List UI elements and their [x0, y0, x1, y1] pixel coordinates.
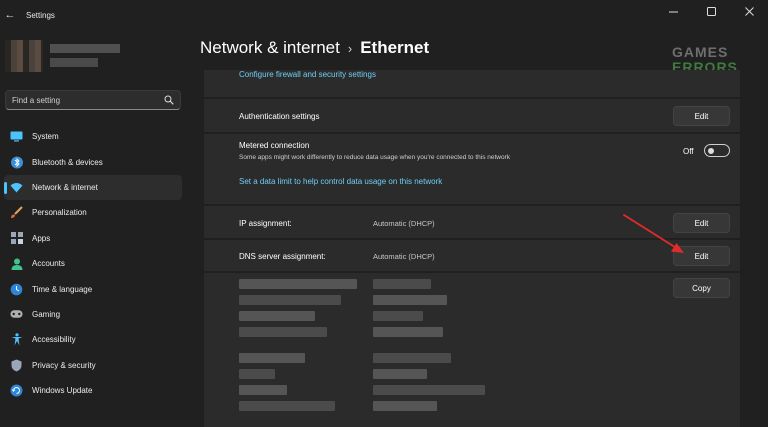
- sidebar-item-label: Apps: [32, 233, 51, 243]
- sidebar-nav: System Bluetooth & devices Network & int…: [4, 124, 182, 403]
- dns-server-assignment-label: DNS server assignment:: [239, 252, 326, 261]
- breadcrumb-separator-icon: ›: [347, 41, 353, 56]
- update-icon: [10, 384, 23, 397]
- metered-toggle-state: Off: [683, 147, 694, 156]
- redacted-property-label: [239, 369, 275, 379]
- ip-assignment-label: IP assignment:: [239, 219, 292, 228]
- sidebar-item-privacy-security[interactable]: Privacy & security: [4, 353, 182, 378]
- redacted-property-label: [239, 311, 315, 321]
- metered-connection-description: Some apps might work differently to redu…: [239, 154, 511, 161]
- redacted-property-value: [373, 327, 443, 337]
- redacted-property-label: [239, 401, 335, 411]
- user-name-redacted: [50, 44, 120, 53]
- selection-indicator: [4, 181, 7, 194]
- sidebar-item-label: Personalization: [32, 208, 87, 218]
- title-bar: ← Settings: [0, 0, 768, 30]
- user-email-redacted: [50, 58, 98, 67]
- authentication-edit-button[interactable]: Edit: [673, 106, 730, 126]
- sidebar-item-network-internet[interactable]: Network & internet: [4, 174, 182, 201]
- accounts-icon: [10, 257, 23, 270]
- minimize-icon[interactable]: [654, 0, 692, 22]
- sidebar-item-gaming[interactable]: Gaming: [4, 302, 182, 327]
- redacted-property-label: [239, 353, 305, 363]
- watermark-line1: GAMES: [672, 44, 729, 60]
- redacted-property-value: [373, 401, 437, 411]
- maximize-icon[interactable]: [692, 0, 730, 22]
- sidebar-item-windows-update[interactable]: Windows Update: [4, 378, 182, 403]
- globe-clock-icon: [10, 283, 23, 296]
- sidebar-item-accessibility[interactable]: Accessibility: [4, 327, 182, 352]
- data-limit-link[interactable]: Set a data limit to help control data us…: [239, 177, 442, 186]
- metered-connection-toggle[interactable]: [704, 144, 730, 157]
- apps-icon: [10, 232, 23, 245]
- divider: [204, 271, 740, 273]
- ip-assignment-value: Automatic (DHCP): [373, 219, 435, 228]
- divider: [204, 97, 740, 99]
- copy-button[interactable]: Copy: [673, 278, 730, 298]
- sidebar-item-label: Network & internet: [32, 182, 98, 192]
- redacted-property-value: [373, 385, 485, 395]
- search-input[interactable]: [12, 94, 162, 107]
- search-box[interactable]: [5, 90, 181, 110]
- page-title: Ethernet: [360, 38, 430, 57]
- sidebar-item-label: Gaming: [32, 309, 61, 319]
- sidebar-item-personalization[interactable]: Personalization: [4, 200, 182, 225]
- redacted-property-value: [373, 353, 451, 363]
- search-icon[interactable]: [164, 95, 174, 105]
- sidebar-item-bluetooth-devices[interactable]: Bluetooth & devices: [4, 149, 182, 174]
- toggle-knob: [708, 147, 714, 154]
- redacted-property-value: [373, 369, 427, 379]
- gamepad-icon: [10, 308, 23, 321]
- close-icon[interactable]: [730, 0, 768, 22]
- metered-connection-label: Metered connection: [239, 141, 310, 150]
- sidebar-item-apps[interactable]: Apps: [4, 226, 182, 251]
- dns-server-assignment-value: Automatic (DHCP): [373, 252, 435, 261]
- redacted-property-label: [239, 385, 287, 395]
- avatar[interactable]: [5, 40, 43, 72]
- window-controls: [654, 0, 768, 22]
- divider: [204, 204, 740, 206]
- sidebar-item-time-language[interactable]: Time & language: [4, 276, 182, 301]
- redacted-property-label: [239, 327, 327, 337]
- sidebar-item-label: Privacy & security: [32, 360, 96, 370]
- back-arrow-icon[interactable]: ←: [3, 8, 17, 22]
- redacted-property-value: [373, 279, 431, 289]
- system-icon: [10, 130, 23, 143]
- sidebar-item-label: Bluetooth & devices: [32, 157, 103, 167]
- sidebar-item-label: Windows Update: [32, 386, 93, 396]
- breadcrumb-parent[interactable]: Network & internet: [200, 38, 340, 57]
- sidebar-item-system[interactable]: System: [4, 124, 182, 149]
- sidebar-item-label: System: [32, 132, 59, 142]
- shield-icon: [10, 359, 23, 372]
- redacted-property-value: [373, 311, 423, 321]
- bluetooth-icon: [10, 156, 23, 169]
- authentication-settings-label: Authentication settings: [239, 112, 320, 121]
- divider: [204, 132, 740, 134]
- wifi-icon: [10, 181, 23, 194]
- sidebar-item-label: Accessibility: [32, 335, 76, 345]
- breadcrumb: Network & internet › Ethernet: [200, 38, 429, 58]
- firewall-settings-link[interactable]: Configure firewall and security settings: [239, 70, 376, 79]
- redacted-property-value: [373, 295, 447, 305]
- brush-icon: [10, 206, 23, 219]
- app-title: Settings: [26, 11, 55, 20]
- redacted-property-label: [239, 279, 357, 289]
- annotation-arrow-icon: [623, 214, 684, 253]
- sidebar-item-label: Time & language: [32, 284, 93, 294]
- sidebar-item-label: Accounts: [32, 259, 65, 269]
- redacted-property-label: [239, 295, 341, 305]
- sidebar-item-accounts[interactable]: Accounts: [4, 251, 182, 276]
- accessibility-icon: [10, 333, 23, 346]
